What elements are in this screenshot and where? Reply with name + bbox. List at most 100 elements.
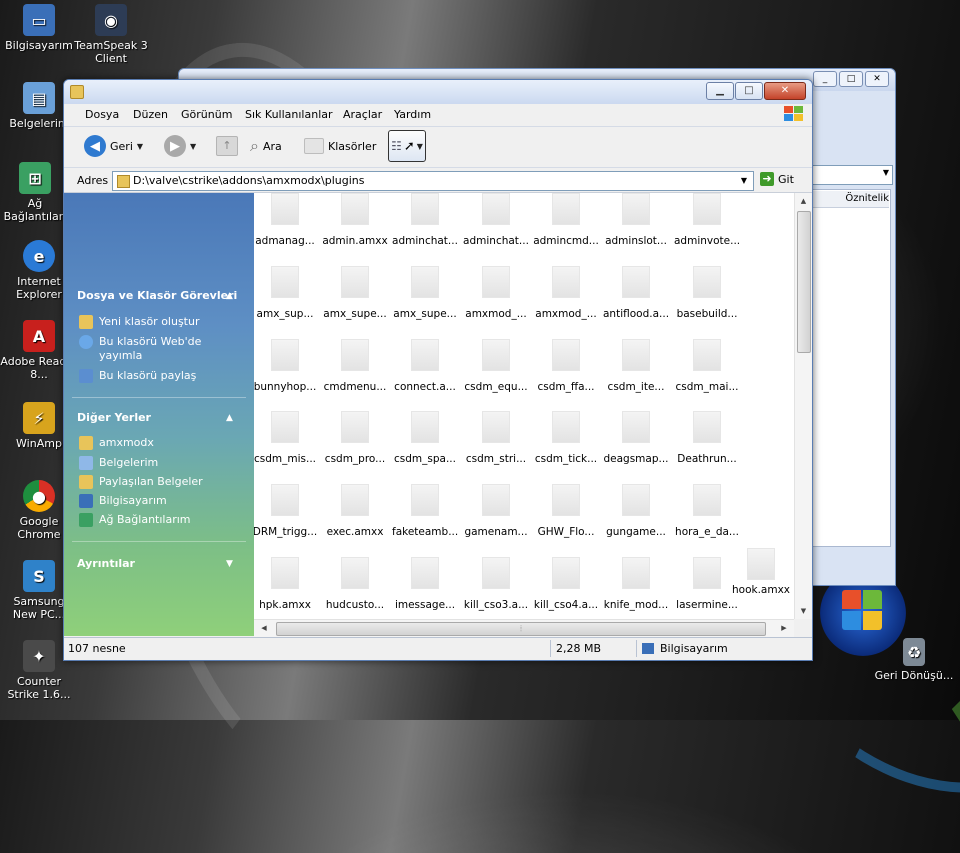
collapse-icon[interactable]: ▲ <box>226 291 233 301</box>
file-item[interactable]: knife_mod... <box>603 557 669 611</box>
file-item[interactable]: connect.a... <box>392 339 458 393</box>
file-item[interactable]: exec.amxx <box>322 484 388 538</box>
task-new-folder[interactable]: Yeni klasör oluştur <box>79 315 200 329</box>
scroll-up-icon[interactable]: ▲ <box>795 193 812 209</box>
close-button[interactable]: ✕ <box>764 82 806 100</box>
file-item[interactable]: gamenam... <box>463 484 529 538</box>
file-item[interactable]: bunnyhop... <box>254 339 318 393</box>
file-item[interactable]: hpk.amxx <box>254 557 318 611</box>
file-item[interactable]: kill_cso4.a... <box>533 557 599 611</box>
minimize-button[interactable]: ▁ <box>706 82 734 100</box>
file-item[interactable]: csdm_pro... <box>322 411 388 465</box>
scroll-thumb[interactable] <box>797 211 811 353</box>
window-titlebar[interactable]: ▁ □ ✕ <box>64 80 812 104</box>
scroll-thumb[interactable]: ⦙ <box>276 622 766 636</box>
desktop-icon-computer[interactable]: ▭ Bilgisayarım <box>0 4 78 52</box>
file-item[interactable]: adminchat... <box>463 193 529 247</box>
close-icon[interactable]: ✕ <box>865 71 889 87</box>
place-computer[interactable]: Bilgisayarım <box>79 494 167 508</box>
file-icon <box>341 411 369 443</box>
details-title[interactable]: Ayrıntılar <box>77 557 135 570</box>
folders-button[interactable]: Klasörler <box>304 135 376 157</box>
column-header-attributes[interactable]: Öznitelik <box>811 191 889 208</box>
explorer-window[interactable]: ▁ □ ✕ Dosya Düzen Görünüm Sık Kullanılan… <box>63 79 813 661</box>
scroll-left-icon[interactable]: ◀ <box>256 620 272 637</box>
minimize-icon[interactable]: _ <box>813 71 837 87</box>
file-item[interactable]: csdm_stri... <box>463 411 529 465</box>
menu-view[interactable]: Görünüm <box>181 108 232 121</box>
file-item[interactable]: csdm_spa... <box>392 411 458 465</box>
place-documents[interactable]: Belgelerim <box>79 456 158 470</box>
menu-tools[interactable]: Araçlar <box>343 108 382 121</box>
address-input[interactable]: D:\valve\cstrike\addons\amxmodx\plugins … <box>112 171 754 191</box>
file-item[interactable]: kill_cso3.a... <box>463 557 529 611</box>
file-item[interactable]: csdm_mai... <box>674 339 740 393</box>
task-section-title[interactable]: Dosya ve Klasör Görevleri <box>77 289 237 302</box>
task-publish-web[interactable]: Bu klasörü Web'de yayımla <box>79 335 229 363</box>
file-item[interactable]: hudcusto... <box>322 557 388 611</box>
menu-file[interactable]: Dosya <box>85 108 119 121</box>
chevron-down-icon[interactable]: ▼ <box>190 142 196 151</box>
maximize-icon[interactable]: □ <box>839 71 863 87</box>
file-item[interactable]: imessage... <box>392 557 458 611</box>
menu-help[interactable]: Yardım <box>394 108 431 121</box>
file-item[interactable]: basebuild... <box>674 266 740 320</box>
file-label: exec.amxx <box>326 526 384 538</box>
views-button[interactable]: ☷ ➚ ▼ <box>388 130 426 162</box>
file-item[interactable]: admincmd... <box>533 193 599 247</box>
chevron-down-icon[interactable]: ▼ <box>737 172 751 190</box>
file-item[interactable]: amxmod_... <box>533 266 599 320</box>
file-item[interactable]: gungame... <box>603 484 669 538</box>
file-item[interactable]: adminvote... <box>674 193 740 247</box>
scroll-right-icon[interactable]: ▶ <box>776 620 792 637</box>
file-item[interactable]: hora_e_da... <box>674 484 740 538</box>
file-item[interactable]: amx_sup... <box>254 266 318 320</box>
menu-edit[interactable]: Düzen <box>133 108 168 121</box>
file-item[interactable]: amx_supe... <box>322 266 388 320</box>
file-item[interactable]: admanag... <box>254 193 318 247</box>
file-item[interactable]: hook.amxx <box>728 548 794 596</box>
maximize-button[interactable]: □ <box>735 82 763 100</box>
file-item[interactable]: csdm_mis... <box>254 411 318 465</box>
place-amxmodx[interactable]: amxmodx <box>79 436 154 450</box>
file-item[interactable]: csdm_equ... <box>463 339 529 393</box>
file-item[interactable]: DRM_trigg... <box>254 484 318 538</box>
chevron-down-icon[interactable]: ▼ <box>137 142 143 151</box>
file-item[interactable]: deagsmap... <box>603 411 669 465</box>
file-item[interactable]: adminchat... <box>392 193 458 247</box>
file-item[interactable]: amxmod_... <box>463 266 529 320</box>
desktop-icon-recycle-bin[interactable]: ♻ Geri Dönüşü... <box>874 638 954 682</box>
divider <box>636 640 637 657</box>
background-window-dropdown[interactable]: ▼ <box>809 165 893 185</box>
file-item[interactable]: csdm_tick... <box>533 411 599 465</box>
file-item[interactable]: adminslot... <box>603 193 669 247</box>
file-icon <box>552 411 580 443</box>
file-item[interactable]: faketeamb... <box>392 484 458 538</box>
file-item[interactable]: Deathrun... <box>674 411 740 465</box>
file-item[interactable]: csdm_ffa... <box>533 339 599 393</box>
file-item[interactable]: antiflood.a... <box>603 266 669 320</box>
forward-button[interactable]: ▶ ▼ <box>164 135 196 157</box>
up-folder-button[interactable]: ↑ <box>216 135 238 157</box>
file-item[interactable]: amx_supe... <box>392 266 458 320</box>
task-share-folder[interactable]: Bu klasörü paylaş <box>79 369 196 383</box>
desktop-icon-network[interactable]: ⊞ Ağ Bağlantıları <box>0 162 70 223</box>
file-item[interactable]: cmdmenu... <box>322 339 388 393</box>
other-places-title[interactable]: Diğer Yerler <box>77 411 151 424</box>
file-item[interactable]: csdm_ite... <box>603 339 669 393</box>
place-network[interactable]: Ağ Bağlantılarım <box>79 513 191 527</box>
place-shared-documents[interactable]: Paylaşılan Belgeler <box>79 475 203 489</box>
expand-icon[interactable]: ▼ <box>226 559 233 569</box>
file-icon <box>693 193 721 225</box>
desktop-icon-teamspeak[interactable]: ◉ TeamSpeak 3 Client <box>72 4 150 65</box>
back-button[interactable]: ◀ Geri ▼ <box>84 135 143 157</box>
vertical-scrollbar[interactable]: ▲ ▼ <box>794 193 812 619</box>
scroll-down-icon[interactable]: ▼ <box>795 603 812 619</box>
collapse-icon[interactable]: ▲ <box>226 413 233 423</box>
file-item[interactable]: admin.amxx <box>322 193 388 247</box>
horizontal-scrollbar[interactable]: ◀ ⦙ ▶ <box>254 619 794 637</box>
file-item[interactable]: GHW_Flo... <box>533 484 599 538</box>
menu-favorites[interactable]: Sık Kullanılanlar <box>245 108 333 121</box>
search-button[interactable]: ⌕ Ara <box>250 135 282 157</box>
go-button[interactable]: ➜ Git <box>760 172 794 186</box>
